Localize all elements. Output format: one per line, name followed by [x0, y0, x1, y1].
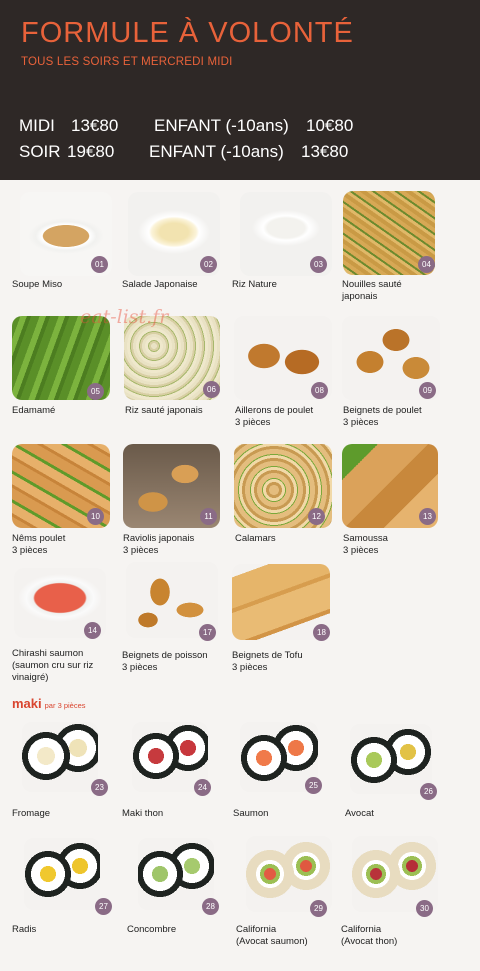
dish-number-badge: 06	[203, 381, 220, 398]
maki-section-title: maki par 3 pièces	[12, 696, 86, 711]
dish-number-badge: 02	[200, 256, 217, 273]
dish-name: Samoussa 3 pièces	[343, 533, 388, 556]
dish-number-badge: 23	[91, 779, 108, 796]
dish-name: Salade Japonaise	[122, 279, 198, 290]
dish-number-badge: 18	[313, 624, 330, 641]
dish-name: Concombre	[127, 924, 177, 935]
dish-name: Maki thon	[122, 808, 164, 819]
dish-number-badge: 17	[199, 624, 216, 641]
watermark: eat-list.fr	[80, 306, 169, 328]
dish-number-badge: 14	[84, 622, 101, 639]
maki-avocat-photo	[350, 724, 432, 794]
child-price-value: 10€80	[306, 116, 354, 135]
dish-name: Raviolis japonais 3 pièces	[123, 533, 195, 556]
dish-number-badge: 03	[310, 256, 327, 273]
dish-number-badge: 05	[87, 383, 104, 400]
dish-number-badge: 12	[308, 508, 325, 525]
dish-name: California (Avocat saumon)	[236, 924, 308, 947]
maki-concombre-photo	[138, 838, 214, 910]
dish-number-badge: 27	[95, 898, 112, 915]
dish-name: California (Avocat thon)	[341, 924, 398, 947]
child-price-label: ENFANT (-10ans)	[154, 116, 289, 135]
child-price-value: 13€80	[301, 142, 349, 161]
dish-name: Beignets de poisson 3 pièces	[122, 650, 208, 673]
dish-number-badge: 28	[202, 898, 219, 915]
menu-subtitle: TOUS LES SOIRS ET MERCREDI MIDI	[21, 56, 233, 68]
dish-number-badge: 30	[416, 900, 433, 917]
price-value: 19€80	[67, 142, 115, 161]
maki-radis-photo	[24, 838, 100, 910]
maki-fromage-photo	[22, 722, 98, 792]
dish-name: Edamamé	[12, 405, 56, 416]
dish-number-badge: 24	[194, 779, 211, 796]
dish-name: Riz Nature	[232, 279, 277, 290]
dish-number-badge: 01	[91, 256, 108, 273]
dish-number-badge: 13	[419, 508, 436, 525]
dish-name: Calamars	[235, 533, 276, 544]
price-label: MIDI	[19, 116, 55, 135]
dish-name: Nouilles sauté japonais	[342, 279, 402, 302]
dish-name: Beignets de poulet 3 pièces	[343, 405, 422, 428]
menu-title: FORMULE À VOLONTÉ	[21, 17, 354, 49]
dish-number-badge: 10	[87, 508, 104, 525]
dish-number-badge: 11	[200, 508, 217, 525]
dish-number-badge: 04	[418, 256, 435, 273]
child-price-label: ENFANT (-10ans)	[149, 142, 284, 161]
dish-name: Nêms poulet 3 pièces	[12, 533, 66, 556]
dish-number-badge: 26	[420, 783, 437, 800]
dish-name: Avocat	[345, 808, 374, 819]
dish-number-badge: 09	[419, 382, 436, 399]
price-value: 13€80	[71, 116, 119, 135]
dish-name: Radis	[12, 924, 37, 935]
dish-name: Beignets de Tofu 3 pièces	[232, 650, 303, 673]
dish-name: Fromage	[12, 808, 51, 819]
dish-name: Aillerons de poulet 3 pièces	[235, 405, 314, 428]
dish-number-badge: 08	[311, 382, 328, 399]
dish-name: Chirashi saumon (saumon cru sur riz vinaig…	[12, 648, 94, 683]
dish-number-badge: 25	[305, 777, 322, 794]
menu-header: FORMULE À VOLONTÉ TOUS LES SOIRS ET MERC…	[0, 0, 480, 180]
dish-name: Riz sauté japonais	[125, 405, 203, 416]
price-label: SOIR	[19, 142, 61, 161]
dish-name: Soupe Miso	[12, 279, 63, 290]
dish-name: Saumon	[233, 808, 269, 819]
dish-number-badge: 29	[310, 900, 327, 917]
